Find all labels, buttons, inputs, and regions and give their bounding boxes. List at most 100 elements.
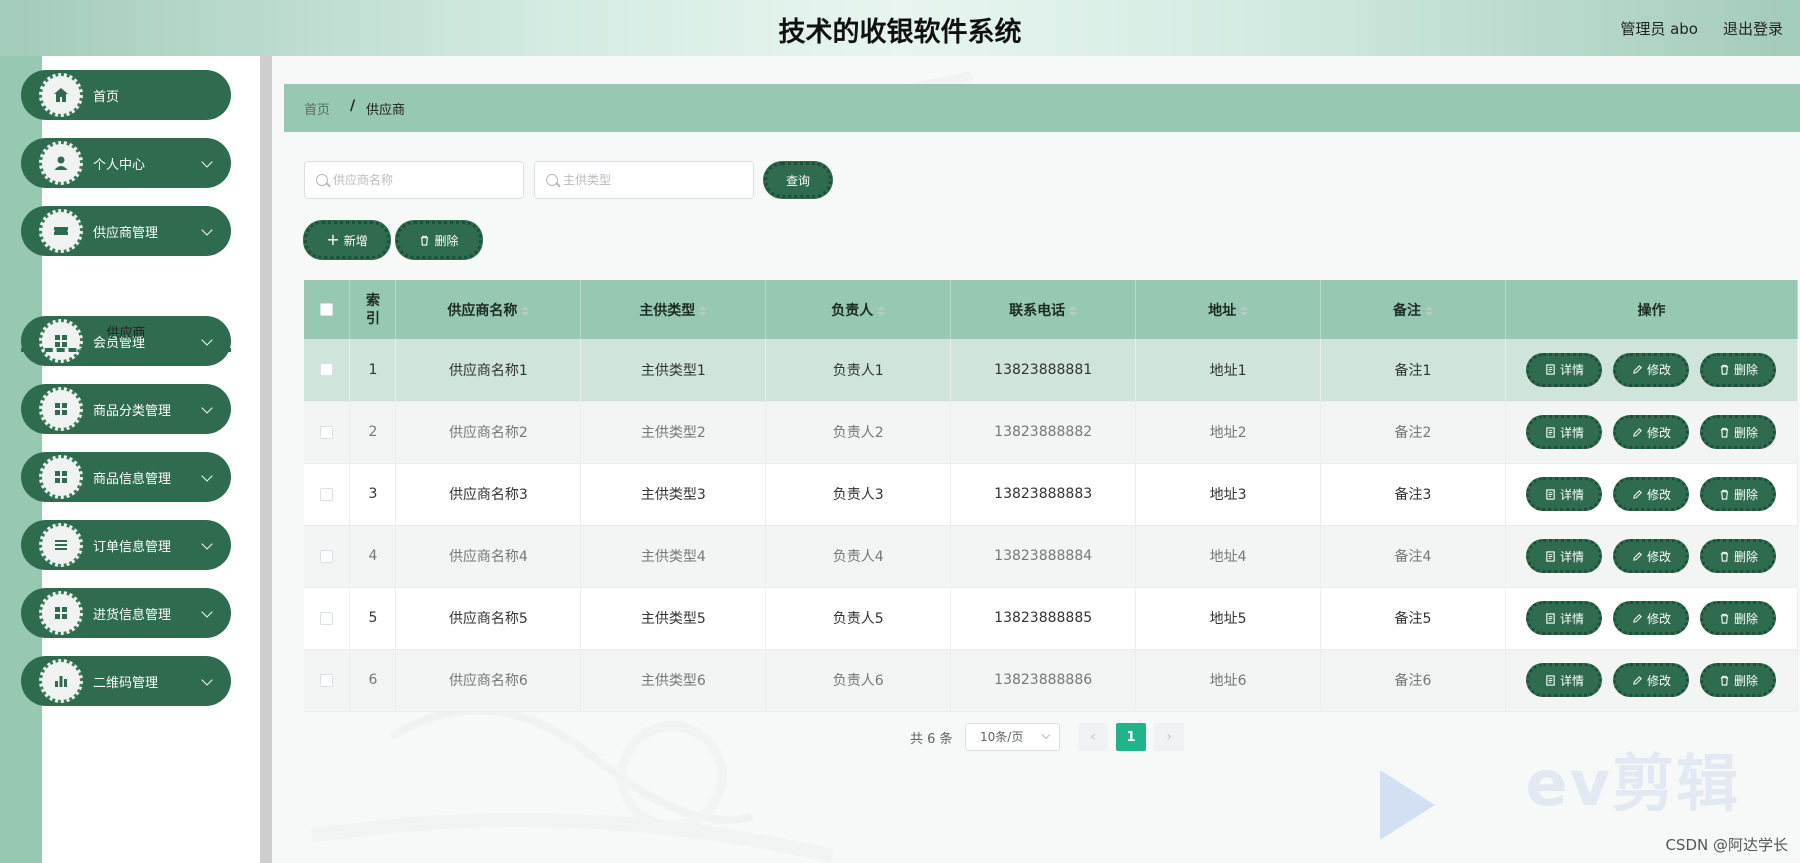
cell-phone: 13823888882 (950, 401, 1137, 464)
column-ops: 操作 (1505, 280, 1799, 339)
row-edit-button[interactable]: 修改 (1613, 539, 1690, 573)
sidebar-item-9[interactable]: 二维码管理 (21, 656, 231, 706)
row-edit-button[interactable]: 修改 (1613, 601, 1690, 635)
sidebar-item-1[interactable]: 首页 (21, 70, 231, 120)
row-select-cell (304, 401, 351, 464)
sidebar-item-5[interactable]: 商品分类管理 (21, 384, 231, 434)
row-edit-button[interactable]: 修改 (1613, 415, 1690, 449)
row-edit-button[interactable]: 修改 (1613, 352, 1690, 387)
search-icon (316, 174, 328, 186)
row-detail-button[interactable]: 详情 (1526, 539, 1603, 573)
row-checkbox[interactable] (320, 363, 334, 377)
sidebar-item-8[interactable]: 进货信息管理 (21, 588, 231, 638)
row-checkbox[interactable] (320, 611, 334, 625)
cell-index: 1 (349, 339, 397, 402)
supplier-name-input[interactable] (333, 162, 519, 198)
sidebar-item-3[interactable]: 供应商管理 (21, 206, 231, 256)
cell-type: 主供类型4 (580, 525, 767, 588)
row-detail-button[interactable]: 详情 (1526, 663, 1603, 697)
row-edit-label: 修改 (1646, 425, 1671, 440)
sort-icon[interactable] (1424, 305, 1433, 316)
home-icon (39, 73, 83, 117)
table-row[interactable]: 3 供应商名称3 主供类型3 负责人3 13823888883 地址3 备注3 详情 修改 删除 (304, 463, 1799, 526)
sidebar-item-label: 个人中心 (93, 158, 146, 173)
supply-type-input[interactable] (563, 162, 749, 198)
sidebar-item-7[interactable]: 订单信息管理 (21, 520, 231, 570)
cell-ops: 详情 修改 删除 (1505, 339, 1799, 402)
table-row[interactable]: 2 供应商名称2 主供类型2 负责人2 13823888882 地址2 备注2 详情 修改 删除 (304, 401, 1799, 464)
ev-watermark: ev剪辑 (1525, 747, 1740, 820)
batch-delete-button[interactable]: 删除 (396, 221, 482, 259)
row-checkbox[interactable] (320, 673, 334, 687)
add-button[interactable]: + 新增 (304, 221, 390, 259)
list-icon (39, 523, 83, 567)
column-person-label: 负责人 (831, 302, 874, 319)
row-detail-button[interactable]: 详情 (1526, 352, 1603, 387)
row-delete-button[interactable]: 删除 (1700, 477, 1777, 511)
sidebar-item-label: 进货信息管理 (93, 608, 172, 623)
column-phone-label: 联系电话 (1009, 302, 1066, 319)
cell-person: 负责人6 (765, 649, 952, 712)
table-row[interactable]: 5 供应商名称5 主供类型5 负责人5 13823888885 地址5 备注5 详情 修改 删除 (304, 587, 1799, 650)
sort-icon[interactable] (521, 305, 530, 316)
row-delete-button[interactable]: 删除 (1700, 601, 1777, 635)
column-note-label: 备注 (1392, 302, 1421, 319)
breadcrumb-home[interactable]: 首页 (304, 99, 330, 118)
column-index-label: 索引 (365, 292, 380, 327)
column-phone[interactable]: 联系电话 (950, 280, 1137, 339)
row-edit-label: 修改 (1646, 549, 1671, 564)
sort-icon[interactable] (1240, 305, 1249, 316)
supplier-name-search[interactable] (304, 161, 524, 199)
next-page-button[interactable]: › (1154, 723, 1184, 751)
table-row[interactable]: 6 供应商名称6 主供类型6 负责人6 13823888886 地址6 备注6 详情 修改 删除 (304, 649, 1799, 712)
row-detail-label: 详情 (1559, 673, 1584, 688)
row-delete-button[interactable]: 删除 (1700, 539, 1777, 573)
column-person[interactable]: 负责人 (765, 280, 952, 339)
row-delete-button[interactable]: 删除 (1700, 415, 1777, 449)
row-select-cell (304, 463, 351, 526)
app-title: 技术的收银软件系统 (778, 17, 1022, 48)
row-edit-button[interactable]: 修改 (1613, 663, 1690, 697)
app-header: 技术的收银软件系统 管理员 abo 退出登录 (0, 0, 1800, 56)
column-name[interactable]: 供应商名称 (395, 280, 582, 339)
table-row[interactable]: 1 供应商名称1 主供类型1 负责人1 13823888881 地址1 备注1 详情 修改 删除 (304, 339, 1799, 402)
row-checkbox[interactable] (320, 425, 334, 439)
document-icon (1546, 612, 1555, 624)
bar-chart-icon (39, 659, 83, 703)
table-row[interactable]: 4 供应商名称4 主供类型4 负责人4 13823888884 地址4 备注4 详情 修改 删除 (304, 525, 1799, 588)
sort-icon[interactable] (1069, 305, 1078, 316)
row-detail-button[interactable]: 详情 (1526, 477, 1603, 511)
column-address[interactable]: 地址 (1135, 280, 1322, 339)
ticket-icon (39, 209, 83, 253)
supply-type-search[interactable] (534, 161, 754, 199)
page-size-select[interactable]: 10条/页 (965, 723, 1060, 751)
cell-phone: 13823888885 (950, 587, 1137, 650)
document-icon (1546, 488, 1555, 500)
row-checkbox[interactable] (320, 487, 334, 501)
submenu-item-supplier[interactable]: 供应商 (21, 316, 231, 352)
chevron-left-icon: ‹ (1090, 729, 1096, 745)
row-delete-button[interactable]: 删除 (1700, 663, 1777, 697)
select-all-checkbox[interactable] (320, 303, 334, 316)
cell-note: 备注6 (1320, 649, 1506, 712)
sort-icon[interactable] (699, 305, 708, 316)
cell-index: 4 (349, 525, 397, 588)
row-checkbox[interactable] (320, 549, 334, 563)
column-note[interactable]: 备注 (1320, 280, 1506, 339)
sidebar-item-6[interactable]: 商品信息管理 (21, 452, 231, 502)
sort-icon[interactable] (877, 305, 886, 316)
sidebar-item-2[interactable]: 个人中心 (21, 138, 231, 188)
row-detail-button[interactable]: 详情 (1526, 415, 1603, 449)
column-type[interactable]: 主供类型 (580, 280, 767, 339)
trash-icon (1720, 365, 1729, 375)
page-number-1[interactable]: 1 (1116, 723, 1146, 751)
prev-page-button[interactable]: ‹ (1078, 723, 1108, 751)
cell-person: 负责人2 (765, 401, 952, 464)
row-edit-button[interactable]: 修改 (1613, 477, 1690, 511)
row-delete-button[interactable]: 删除 (1700, 352, 1777, 387)
trash-icon (1720, 427, 1729, 438)
logout-link[interactable]: 退出登录 (1723, 18, 1783, 39)
query-button[interactable]: 查询 (764, 162, 832, 198)
row-detail-button[interactable]: 详情 (1526, 601, 1603, 635)
user-icon (39, 141, 83, 185)
